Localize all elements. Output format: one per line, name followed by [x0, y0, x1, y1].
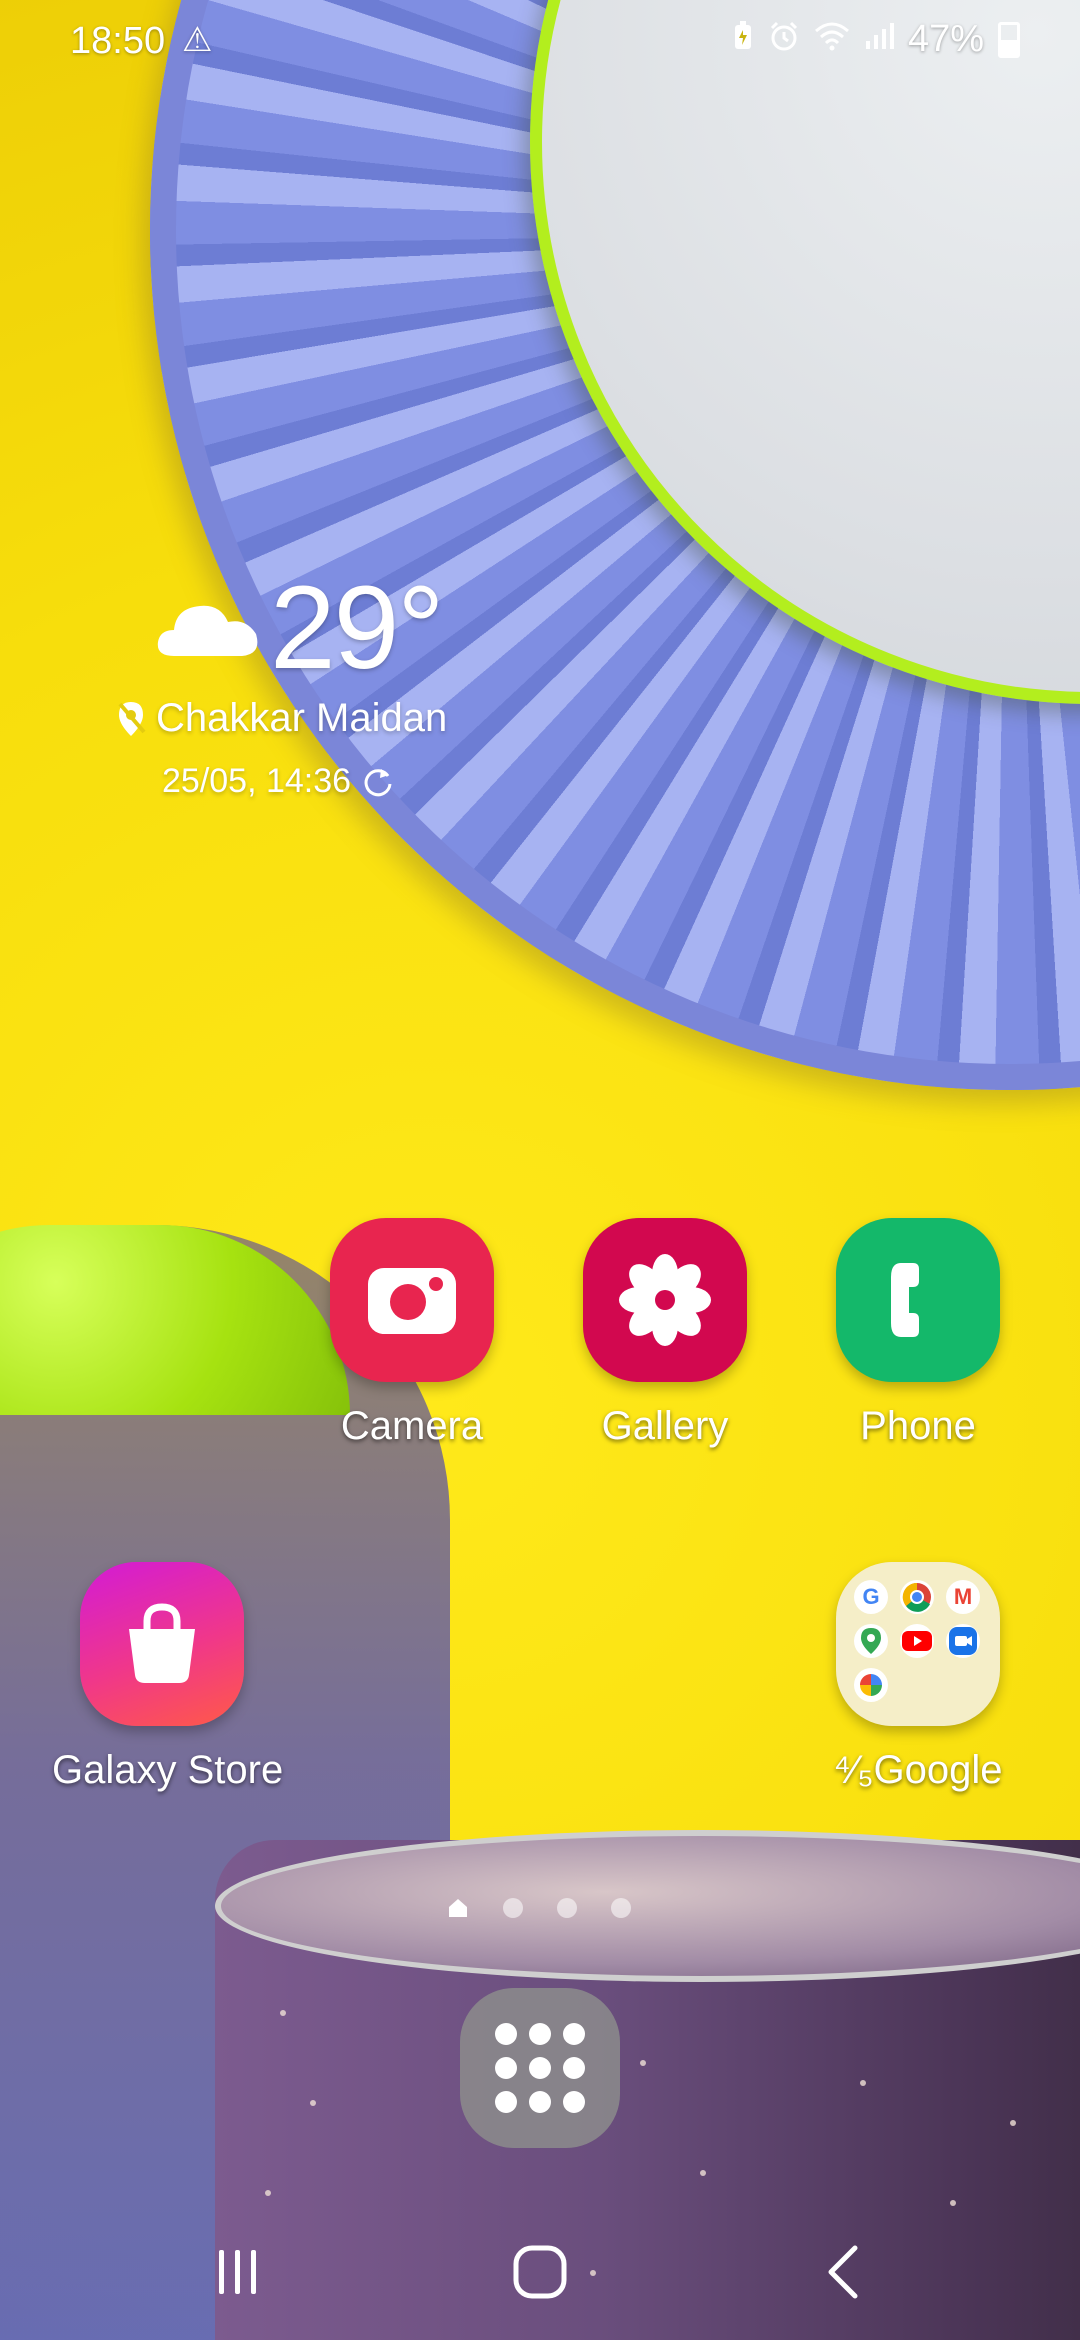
gallery-app[interactable]: Gallery: [555, 1218, 775, 1449]
home-button[interactable]: [505, 2242, 575, 2302]
weather-update-row: 25/05, 14:36: [162, 762, 395, 801]
grid-dot: [495, 2057, 517, 2079]
home-icon: [513, 2245, 567, 2299]
wallpaper-speck: [310, 2100, 316, 2106]
phone-label: Phone: [860, 1404, 976, 1448]
maps-icon: [854, 1624, 888, 1658]
wallpaper-speck: [700, 2170, 706, 2176]
signal-icon: [864, 21, 894, 59]
location-off-icon: [118, 701, 146, 736]
galaxy-store-label: Galaxy Store: [52, 1748, 284, 1792]
alarm-icon: [768, 20, 800, 60]
cloud-icon: [157, 605, 258, 656]
photos-icon: [854, 1668, 888, 1702]
apps-drawer-button[interactable]: [460, 1988, 620, 2148]
galaxy-store-app[interactable]: Galaxy Store: [52, 1562, 284, 1793]
google-folder-label: ⁴⁄₅Google: [833, 1748, 1003, 1792]
gallery-label: Gallery: [601, 1404, 729, 1448]
battery-icon: [998, 21, 1020, 58]
page-dot[interactable]: [611, 1898, 631, 1918]
status-bar: 18:50 ⚠ 47%: [0, 0, 1080, 86]
recent-apps-icon: [219, 2250, 256, 2294]
wallpaper-speck: [860, 2080, 866, 2086]
back-icon: [828, 2245, 858, 2299]
grid-dot: [529, 2057, 551, 2079]
page-indicator[interactable]: [447, 1897, 631, 1919]
youtube-icon: [900, 1624, 934, 1658]
grid-dot: [495, 2023, 517, 2045]
wallpaper-speck: [280, 2010, 286, 2016]
weather-updated-time: 25/05, 14:36: [162, 762, 352, 800]
grid-dot: [529, 2023, 551, 2045]
back-button[interactable]: [808, 2242, 878, 2302]
grid-dot: [495, 2091, 517, 2113]
gmail-icon: M: [946, 1580, 980, 1614]
google-folder-icon: G M: [836, 1562, 1000, 1726]
wifi-icon: [814, 21, 850, 59]
weather-temperature: 29°: [270, 562, 444, 694]
wallpaper-speck: [950, 2200, 956, 2206]
google-folder[interactable]: G M ⁴⁄₅Google: [808, 1562, 1028, 1793]
phone-icon: [836, 1218, 1000, 1382]
camera-app[interactable]: Camera: [302, 1218, 522, 1449]
wallpaper-speck: [265, 2190, 271, 2196]
navigation-bar: [0, 2220, 1080, 2320]
recent-apps-button[interactable]: [203, 2242, 273, 2302]
chrome-icon: [900, 1580, 934, 1614]
page-dot[interactable]: [503, 1898, 523, 1918]
wallpaper-speck: [640, 2060, 646, 2066]
grid-dot: [563, 2091, 585, 2113]
grid-dot: [563, 2057, 585, 2079]
gallery-flower-icon: [583, 1218, 747, 1382]
warning-triangle-icon: ⚠: [182, 21, 213, 59]
grid-dot: [563, 2023, 585, 2045]
phone-app[interactable]: Phone: [808, 1218, 1028, 1449]
weather-location: Chakkar Maidan: [156, 696, 448, 740]
shopping-bag-icon: [80, 1562, 244, 1726]
google-icon: G: [854, 1580, 888, 1614]
refresh-icon[interactable]: [361, 765, 395, 799]
weather-location-row: Chakkar Maidan: [116, 696, 447, 741]
duo-icon: [946, 1624, 980, 1658]
status-icons: 47%: [732, 18, 1020, 61]
battery-level: [1001, 40, 1017, 55]
camera-icon: [330, 1218, 494, 1382]
status-time: 18:50: [70, 20, 166, 62]
camera-label: Camera: [340, 1404, 484, 1448]
page-dot[interactable]: [557, 1898, 577, 1918]
grid-dot: [529, 2091, 551, 2113]
battery-saver-icon: [732, 20, 754, 59]
battery-percentage: 47%: [907, 18, 984, 60]
wallpaper-speck: [1010, 2120, 1016, 2126]
home-page-icon[interactable]: [447, 1897, 469, 1919]
